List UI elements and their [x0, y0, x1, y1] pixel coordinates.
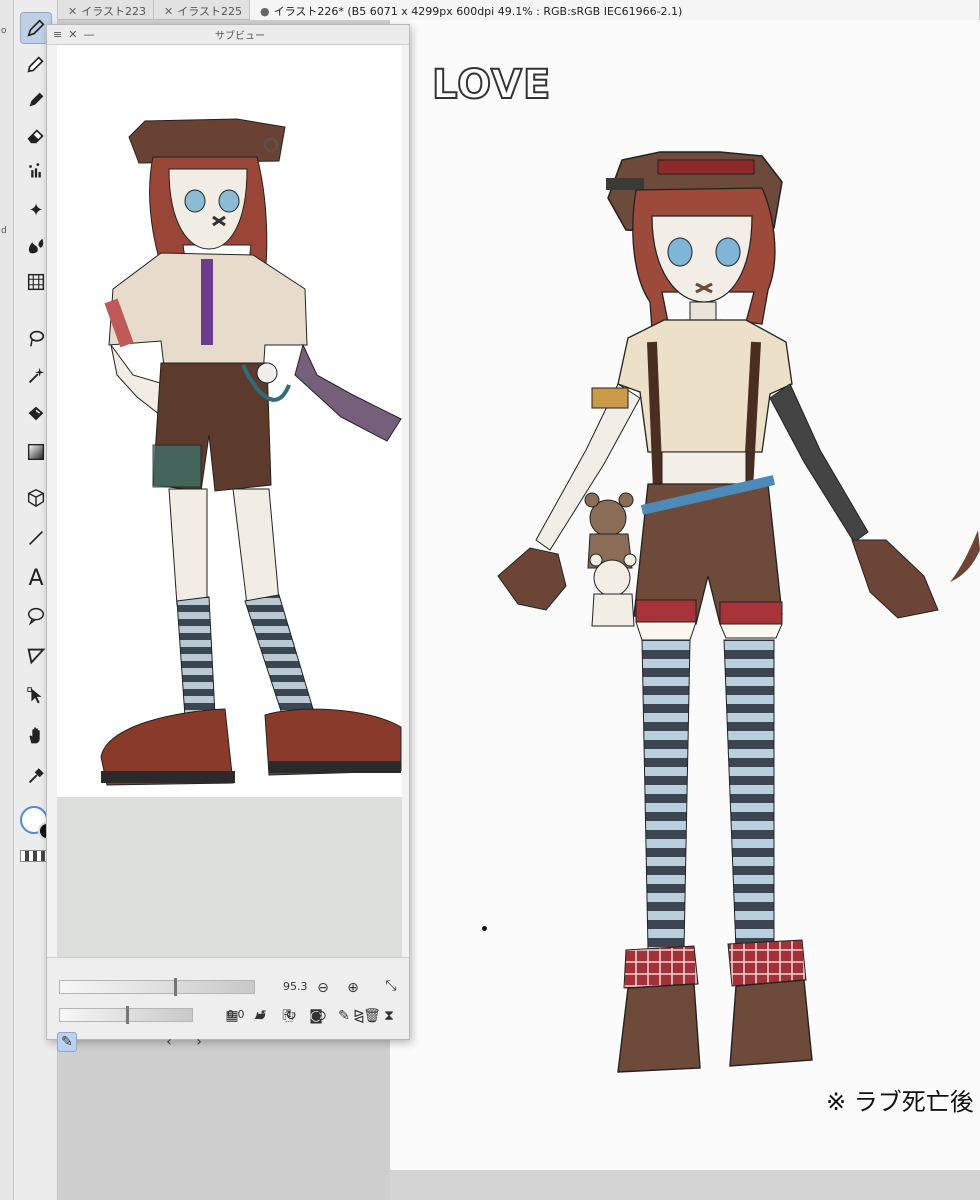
- tab-label: イラスト225: [177, 5, 242, 18]
- tab-illust-226[interactable]: ● イラスト226* (B5 6071 x 4299px 600dpi 49.1%…: [250, 0, 980, 20]
- rotation-slider-knob[interactable]: [126, 1006, 129, 1024]
- edit-icon[interactable]: ✎: [334, 1006, 354, 1026]
- tab-illust-225[interactable]: ✕ イラスト225: [154, 0, 250, 20]
- modified-dot-icon: ●: [260, 5, 270, 18]
- canvas-note-text: ※ ラブ死亡後: [826, 1088, 974, 1116]
- thumbnail-grid-icon[interactable]: ▦: [222, 1006, 242, 1026]
- camera-icon[interactable]: ◙: [306, 1006, 326, 1026]
- reference-empty-area: [57, 797, 402, 957]
- zoom-in-icon[interactable]: ⊕: [343, 978, 363, 998]
- reference-character-art: [100, 118, 402, 786]
- import-icon[interactable]: ⎘: [278, 1006, 298, 1026]
- left-edge-char: d: [1, 226, 7, 236]
- subview-titlebar[interactable]: ≡ ✕ — サブビュー: [47, 25, 409, 45]
- tab-illust-223[interactable]: ✕ イラスト223: [58, 0, 154, 20]
- stray-dot: [482, 926, 487, 931]
- left-edge-panel: o d: [0, 0, 14, 1200]
- close-icon[interactable]: ✕: [68, 5, 77, 18]
- fit-view-icon[interactable]: ⤡: [381, 976, 401, 996]
- subview-action-row: ▦ ▰ ⎘ ◙ ✎ 🗑: [222, 1006, 382, 1026]
- reference-image[interactable]: [57, 45, 402, 797]
- subview-controls: 95.3 ⊖ ⊕ ⤡ 0.0 ↺ ↻ ⊙ ⧎ ⧗ ✎ ‹ ›: [47, 957, 409, 1052]
- zoom-slider-knob[interactable]: [174, 978, 177, 996]
- subview-panel: ≡ ✕ — サブビュー 95.3 ⊖ ⊕ ⤡ 0.0 ↺ ↻ ⊙ ⧎ ⧗ ✎ ‹…: [46, 24, 410, 1052]
- left-edge-char: o: [1, 26, 7, 36]
- subview-title: サブビュー: [215, 31, 265, 42]
- eyedropper-icon[interactable]: ✎: [57, 1032, 77, 1052]
- canvas-bottom-area: [390, 1170, 980, 1200]
- document-tab-bar: ✕ イラスト223 ✕ イラスト225 ● イラスト226* (B5 6071 x 4…: [58, 0, 980, 20]
- trash-icon[interactable]: 🗑: [362, 1006, 382, 1026]
- tab-label: イラスト226* (B5 6071 x 4299px 600dpi 49.1% …: [273, 5, 683, 18]
- flip-vertical-icon[interactable]: ⧗: [379, 1006, 399, 1026]
- rotation-slider[interactable]: [59, 1006, 193, 1024]
- zoom-value: 95.3: [283, 980, 308, 993]
- zoom-slider[interactable]: [59, 978, 255, 996]
- character-sketch: [497, 151, 980, 1073]
- minimize-icon[interactable]: —: [83, 28, 94, 41]
- zoom-out-icon[interactable]: ⊖: [313, 978, 333, 998]
- love-title-text: LOVE: [431, 61, 552, 109]
- next-image-icon[interactable]: ›: [189, 1032, 209, 1052]
- previous-image-icon[interactable]: ‹: [159, 1032, 179, 1052]
- main-canvas[interactable]: [390, 20, 980, 1170]
- close-icon[interactable]: ✕: [164, 5, 173, 18]
- close-icon[interactable]: ✕: [68, 28, 77, 41]
- tab-label: イラスト223: [81, 5, 146, 18]
- open-folder-icon[interactable]: ▰: [250, 1006, 270, 1026]
- menu-icon[interactable]: ≡: [53, 28, 62, 41]
